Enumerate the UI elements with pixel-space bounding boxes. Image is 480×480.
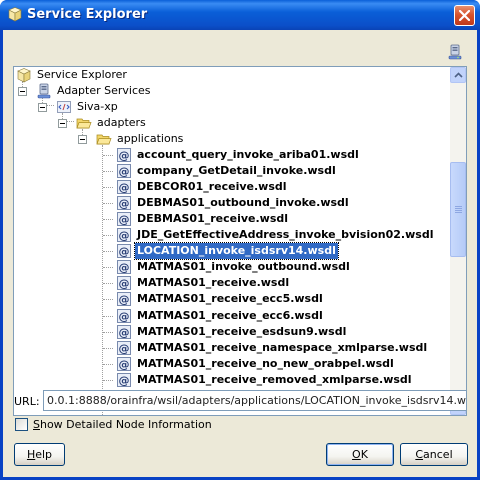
show-detailed-label[interactable]: Show Detailed Node Information <box>33 418 212 431</box>
scroll-thumb[interactable] <box>450 162 466 257</box>
tree-line <box>66 121 74 122</box>
close-icon <box>459 10 470 21</box>
close-button[interactable] <box>454 5 475 26</box>
scroll-up-button[interactable] <box>450 67 466 83</box>
tree-line <box>103 299 113 300</box>
svg-text:@: @ <box>119 342 130 355</box>
collapse-toggle[interactable] <box>18 87 27 96</box>
window-title: Service Explorer <box>27 7 148 22</box>
tree-line <box>103 235 113 236</box>
svg-text:@: @ <box>119 261 130 274</box>
wsdl-file-icon: @ <box>117 260 131 274</box>
service-tree[interactable]: Service Explorer Adapter Services Siva-x… <box>13 66 467 416</box>
tree-node-label: applications <box>117 132 184 145</box>
host-icon <box>57 101 71 113</box>
tree-node-label: Adapter Services <box>57 84 151 97</box>
folder-open-icon <box>76 118 92 129</box>
tree-node-label: Siva-xp <box>77 100 118 113</box>
server-icon <box>37 83 51 99</box>
tree-node-label: MATMAS01_receive_removed_xmlparse.wsdl <box>137 373 412 386</box>
wsdl-file-icon: @ <box>117 148 131 162</box>
tree-line <box>103 251 113 252</box>
wsdl-file-icon: @ <box>117 180 131 194</box>
tree-line <box>103 364 113 365</box>
svg-text:@: @ <box>119 277 130 290</box>
svg-text:@: @ <box>119 310 130 323</box>
tree-line <box>103 171 113 172</box>
tree-node-label: MATMAS01_receive_namespace_xmlparse.wsdl <box>137 341 428 354</box>
wsdl-file-icon: @ <box>117 292 131 306</box>
svg-text:@: @ <box>119 326 130 339</box>
tree-node-label: adapters <box>97 116 146 129</box>
wsdl-file-icon: @ <box>117 244 131 258</box>
tree-node-label: DEBCOR01_receive.wsdl <box>137 180 287 193</box>
chevron-up-icon <box>454 72 463 78</box>
svg-text:@: @ <box>119 165 130 178</box>
tree-line <box>103 187 113 188</box>
tree-node-label: company_GetDetail_invoke.wsdl <box>137 164 336 177</box>
dialog-client-area: Service Explorer Adapter Services Siva-x… <box>3 30 477 477</box>
tree-line <box>103 155 113 156</box>
ok-button[interactable]: OK <box>326 443 394 466</box>
tree-line <box>103 316 113 317</box>
collapse-toggle[interactable] <box>78 135 87 144</box>
cancel-button[interactable]: Cancel <box>400 443 468 466</box>
wsdl-file-icon: @ <box>117 357 131 371</box>
wsdl-file-icon: @ <box>117 309 131 323</box>
url-label: URL: <box>14 395 40 408</box>
service-explorer-icon <box>8 7 22 22</box>
wsdl-file-icon: @ <box>117 164 131 178</box>
tree-line <box>103 348 113 349</box>
service-explorer-icon <box>17 68 31 83</box>
help-button[interactable]: Help <box>14 443 65 466</box>
tree-viewport: Service Explorer Adapter Services Siva-x… <box>14 67 451 415</box>
tree-node-label: MATMAS01_receive_esdsun9.wsdl <box>137 325 347 338</box>
tree-node-label: MATMAS01_receive_no_new_orabpel.wsdl <box>137 357 394 370</box>
svg-text:@: @ <box>119 149 130 162</box>
wsdl-file-icon: @ <box>117 341 131 355</box>
collapse-toggle[interactable] <box>38 103 47 112</box>
wsdl-file-icon: @ <box>117 212 131 226</box>
tree-line <box>102 145 103 415</box>
tree-node-label: MATMAS01_receive_ecc5.wsdl <box>137 292 323 305</box>
tree-node-label: DEBMAS01_outbound_invoke.wsdl <box>137 196 349 209</box>
collapse-toggle[interactable] <box>58 119 67 128</box>
svg-text:@: @ <box>119 358 130 371</box>
show-detailed-checkbox[interactable] <box>15 418 28 431</box>
tree-node-label: JDE_GetEffectiveAddress_invoke_bvision02… <box>137 228 434 241</box>
folder-open-icon <box>96 134 112 145</box>
tree-node-label: account_query_invoke_ariba01.wsdl <box>137 148 359 161</box>
svg-text:@: @ <box>119 197 130 210</box>
svg-text:@: @ <box>119 374 130 387</box>
mnemonic-s: S <box>33 418 40 431</box>
svg-text:@: @ <box>119 213 130 226</box>
wsdl-file-icon: @ <box>117 228 131 242</box>
tree-node-label: MATMAS01_receive.wsdl <box>137 276 290 289</box>
svg-text:@: @ <box>119 293 130 306</box>
tree-line <box>46 105 54 106</box>
tree-node-label: MATMAS01_receive_ecc6.wsdl <box>137 309 323 322</box>
refresh-server-icon[interactable] <box>447 44 463 60</box>
service-explorer-window: Service Explorer Service Explorer Adapte… <box>0 0 480 480</box>
tree-line <box>103 283 113 284</box>
tree-node-label: MATMAS01_invoke_outbound.wsdl <box>137 260 350 273</box>
tree-line <box>103 219 113 220</box>
title-bar[interactable]: Service Explorer <box>0 0 480 30</box>
tree-line <box>103 332 113 333</box>
tree-line <box>103 380 113 381</box>
tree-node-label: LOCATION_invoke_isdsrv14.wsdl <box>134 242 339 260</box>
tree-line <box>103 203 113 204</box>
wsdl-file-icon: @ <box>117 325 131 339</box>
wsdl-file-icon: @ <box>117 196 131 210</box>
svg-text:@: @ <box>119 229 130 242</box>
tree-node-label: Service Explorer <box>37 68 127 81</box>
wsdl-file-icon: @ <box>117 373 131 387</box>
url-field[interactable]: 0.0.1:8888/orainfra/wsil/adapters/applic… <box>43 390 467 411</box>
wsdl-file-icon: @ <box>117 276 131 290</box>
svg-text:@: @ <box>119 181 130 194</box>
tree-line <box>103 267 113 268</box>
tree-node-label: DEBMAS01_receive.wsdl <box>137 212 289 225</box>
vertical-scrollbar[interactable] <box>450 67 466 415</box>
svg-text:@: @ <box>119 245 130 258</box>
